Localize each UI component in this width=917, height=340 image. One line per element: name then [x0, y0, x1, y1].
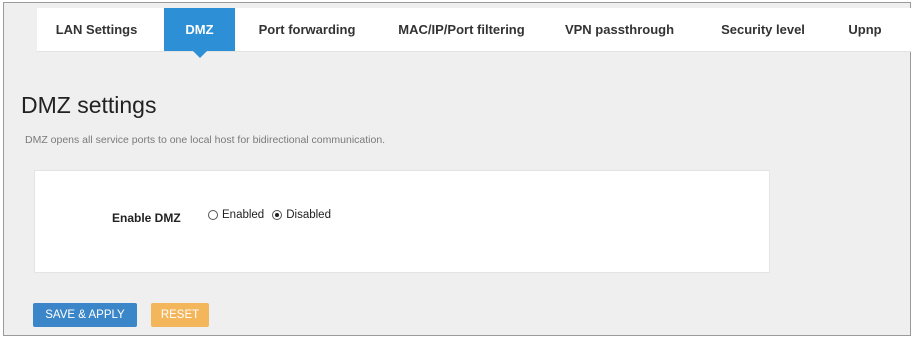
tab-label: Security level [721, 22, 805, 37]
tab-label: Port forwarding [258, 22, 356, 37]
disabled-label: Disabled [286, 209, 331, 221]
tab-label: LAN Settings [55, 22, 138, 37]
enabled-label: Enabled [222, 209, 265, 221]
save-apply-button[interactable]: SAVE & APPLY [33, 303, 137, 327]
active-tab-indicator [192, 51, 207, 58]
tab-bar: LAN Settings DMZ Port forwarding MAC/IP/… [37, 8, 911, 58]
enabled-option[interactable]: Enabled [208, 209, 264, 221]
page-frame: LAN Settings DMZ Port forwarding MAC/IP/… [3, 2, 911, 336]
tab-upnp[interactable]: Upnp [833, 8, 897, 51]
tab-port-forwarding[interactable]: Port forwarding [242, 8, 372, 51]
enabled-radio[interactable] [208, 210, 218, 220]
tab-vpn-passthrough[interactable]: VPN passthrough [552, 8, 687, 51]
tab-dmz[interactable]: DMZ [164, 8, 235, 58]
tab-label: Upnp [848, 22, 882, 37]
reset-button[interactable]: RESET [151, 303, 209, 327]
disabled-radio[interactable] [272, 210, 283, 220]
tab-security-level[interactable]: Security level [704, 8, 822, 51]
disabled-option[interactable]: Disabled [272, 209, 331, 221]
tab-mac-ip-port-filtering[interactable]: MAC/IP/Port filtering [380, 8, 543, 51]
page-title: DMZ settings [21, 92, 157, 118]
enable-dmz-radio-group: Enabled Disabled [208, 209, 339, 221]
enable-dmz-label: Enable DMZ [112, 211, 181, 225]
tab-label: VPN passthrough [564, 22, 675, 37]
page-description: DMZ opens all service ports to one local… [25, 134, 386, 146]
tab-label: DMZ [185, 22, 214, 37]
tab-label: MAC/IP/Port filtering [398, 22, 525, 37]
settings-panel: Enable DMZ Enabled Disabled [34, 170, 770, 273]
tab-lan-settings[interactable]: LAN Settings [37, 8, 156, 51]
